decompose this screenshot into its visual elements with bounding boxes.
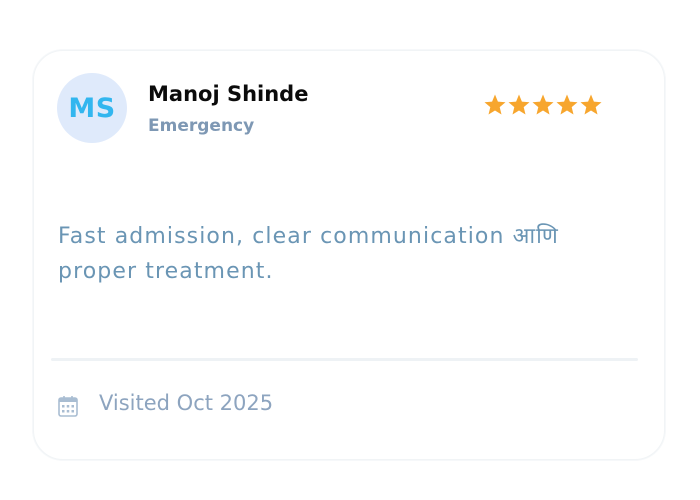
star-icon bbox=[532, 94, 554, 115]
star-icon bbox=[580, 94, 602, 115]
visit-date: Visited Oct 2025 bbox=[99, 391, 274, 415]
star-rating bbox=[483, 93, 603, 117]
department-label: Emergency bbox=[148, 116, 255, 136]
avatar-initials: MS bbox=[68, 92, 116, 124]
reviewer-name: Manoj Shinde bbox=[148, 82, 309, 106]
star-icon bbox=[484, 94, 506, 115]
review-card: MS Manoj Shinde Emergency Fast admission… bbox=[33, 50, 665, 460]
star-icon bbox=[556, 94, 578, 115]
divider bbox=[51, 358, 638, 361]
review-text: Fast admission, clear communication आणि … bbox=[58, 224, 559, 284]
avatar: MS bbox=[57, 73, 127, 143]
star-icon bbox=[508, 94, 530, 115]
calendar-icon bbox=[58, 396, 78, 417]
